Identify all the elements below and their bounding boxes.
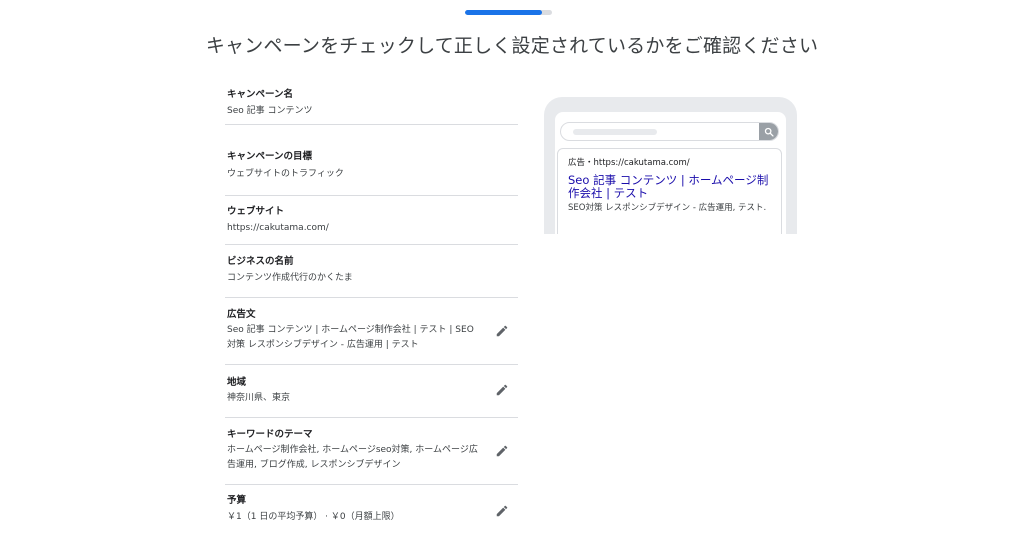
review-row-keyword-themes: キーワードのテーマ ホームページ制作会社, ホームページseo対策, ホームペー… [225, 418, 518, 485]
preview-search-button [759, 123, 778, 140]
review-label: 広告文 [227, 309, 256, 320]
review-value: ￥1（1 日の平均予算） · ￥0（月額上限） [227, 512, 400, 522]
review-label: 地域 [227, 377, 247, 388]
review-value: コンテンツ作成代行のかくたま [227, 273, 353, 283]
ad-url: 広告・https://cakutama.com/ [568, 158, 690, 168]
preview-search-placeholder-bar [573, 129, 657, 135]
review-page: キャンペーンをチェックして正しく設定されているかをご確認ください キャンペーン名… [0, 0, 1024, 538]
review-label: キーワードのテーマ [227, 429, 313, 440]
edit-budget-button[interactable] [492, 501, 512, 521]
review-value: 神奈川県、東京 [227, 393, 291, 403]
ad-preview-card: 広告・https://cakutama.com/ Seo 記事 コンテンツ | … [557, 148, 782, 234]
edit-keyword-themes-button[interactable] [492, 441, 512, 461]
pencil-icon [496, 325, 508, 337]
review-row-business-name: ビジネスの名前 コンテンツ作成代行のかくたま [225, 245, 518, 298]
review-value: ウェブサイトのトラフィック [227, 169, 344, 179]
pencil-icon [496, 505, 508, 517]
review-value: Seo 記事 コンテンツ [227, 106, 313, 116]
review-row-campaign-goal: キャンペーンの目標 ウェブサイトのトラフィック [225, 125, 518, 196]
review-label: 予算 [227, 495, 247, 506]
review-row-campaign-name: キャンペーン名 Seo 記事 コンテンツ [225, 78, 518, 125]
review-row-budget: 予算 ￥1（1 日の平均予算） · ￥0（月額上限） [225, 485, 518, 538]
ad-preview-screen: 広告・https://cakutama.com/ Seo 記事 コンテンツ | … [555, 112, 786, 234]
review-row-website: ウェブサイト https://cakutama.com/ [225, 196, 518, 245]
review-list: キャンペーン名 Seo 記事 コンテンツ キャンペーンの目標 ウェブサイトのトラ… [225, 78, 518, 538]
review-value: Seo 記事 コンテンツ | ホームページ制作会社 | テスト | SEO 対策… [227, 325, 474, 350]
review-value: https://cakutama.com/ [227, 223, 329, 233]
ad-preview-phone: 広告・https://cakutama.com/ Seo 記事 コンテンツ | … [544, 97, 797, 234]
pencil-icon [496, 445, 508, 457]
page-title: キャンペーンをチェックして正しく設定されているかをご確認ください [205, 35, 819, 57]
progress-bar-fill [465, 10, 543, 15]
review-label: ウェブサイト [227, 206, 285, 217]
search-icon [764, 127, 774, 137]
review-label: キャンペーンの目標 [227, 151, 313, 162]
ad-description: SEO対策 レスポンシブデザイン - 広告運用, テスト. [568, 203, 767, 213]
preview-search-box [560, 122, 779, 141]
review-row-ad-text: 広告文 Seo 記事 コンテンツ | ホームページ制作会社 | テスト | SE… [225, 298, 518, 365]
edit-ad-text-button[interactable] [492, 321, 512, 341]
review-label: キャンペーン名 [227, 89, 294, 100]
pencil-icon [496, 384, 508, 396]
review-value: ホームページ制作会社, ホームページseo対策, ホームページ広告運用, ブログ… [227, 445, 478, 470]
progress-bar [465, 10, 552, 15]
edit-region-button[interactable] [492, 380, 512, 400]
review-row-region: 地域 神奈川県、東京 [225, 365, 518, 418]
review-label: ビジネスの名前 [227, 256, 294, 267]
ad-headline: Seo 記事 コンテンツ | ホームページ制作会社 | テスト [568, 173, 769, 200]
